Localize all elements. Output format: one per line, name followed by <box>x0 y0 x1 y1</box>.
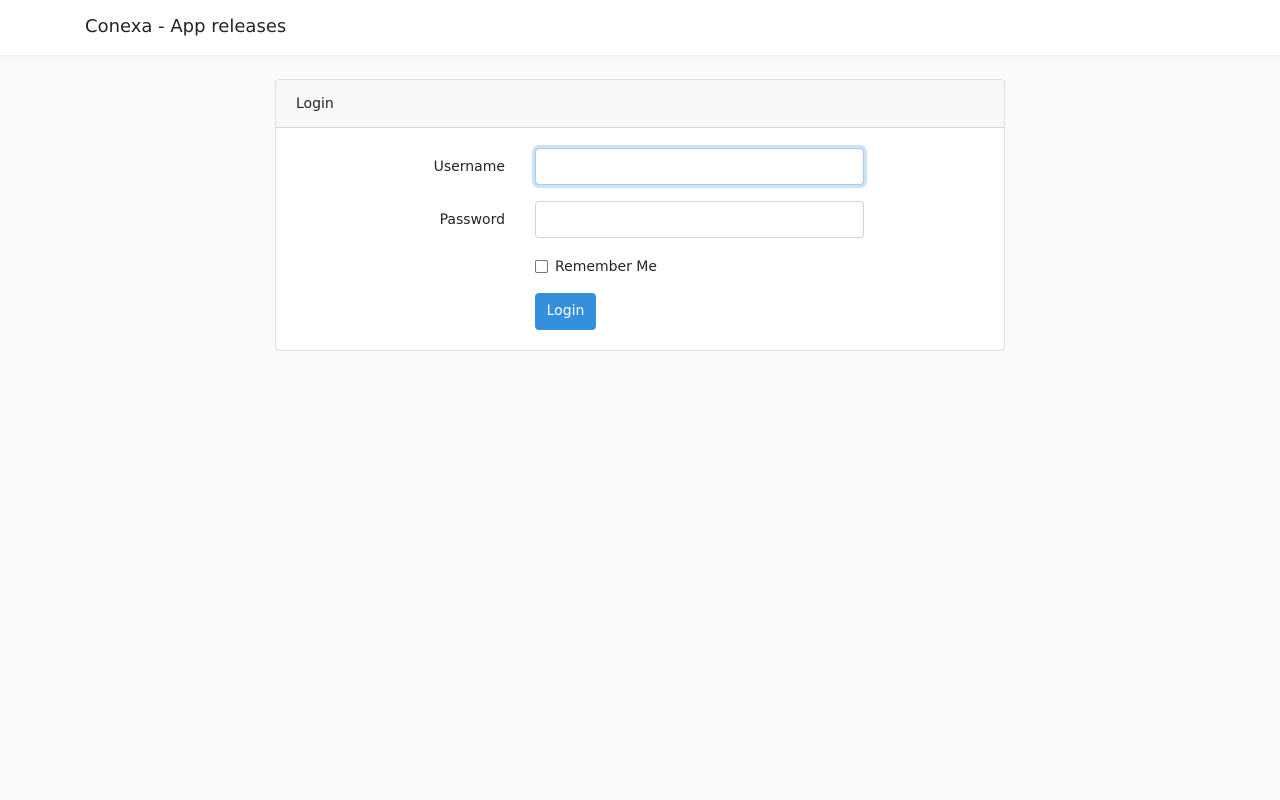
brand-link[interactable]: Conexa - App releases <box>85 15 286 39</box>
remember-me-label[interactable]: Remember Me <box>555 258 657 276</box>
top-navbar: Conexa - App releases <box>0 0 1280 55</box>
username-label: Username <box>433 159 505 175</box>
card-header: Login <box>276 80 1004 128</box>
password-label: Password <box>439 212 505 228</box>
login-card: Login Username Password Remember Me Logi… <box>275 79 1005 351</box>
login-button[interactable]: Login <box>535 293 596 330</box>
remember-me-checkbox[interactable] <box>535 260 548 273</box>
password-input[interactable] <box>535 201 864 238</box>
card-header-title: Login <box>296 96 334 112</box>
username-input[interactable] <box>535 148 864 185</box>
